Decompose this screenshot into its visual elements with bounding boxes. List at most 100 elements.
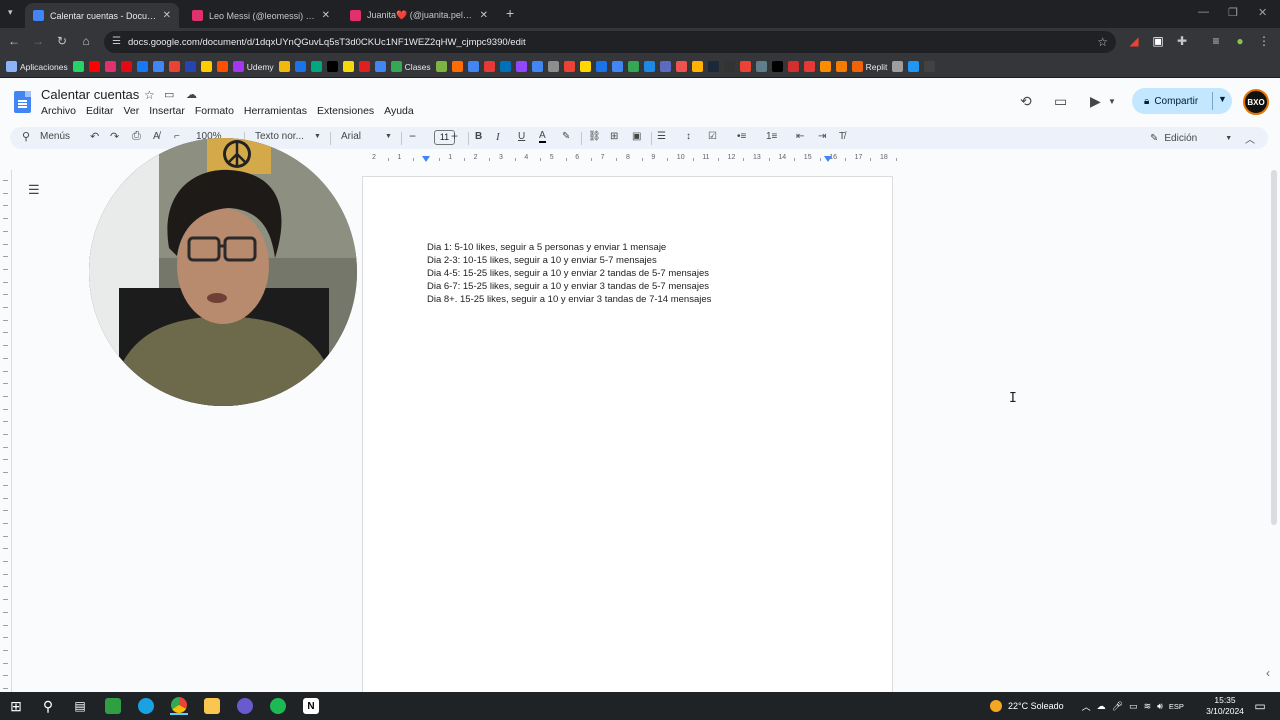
menu-item-ver[interactable]: Ver bbox=[123, 105, 139, 117]
bookmark-item[interactable] bbox=[892, 60, 904, 74]
chevron-down-icon[interactable]: ▼ bbox=[385, 133, 392, 140]
editing-mode-select[interactable]: ✎ Edición ▼ bbox=[1140, 128, 1236, 148]
meet-icon[interactable]: ▶ bbox=[1090, 93, 1101, 110]
windows-start-icon[interactable]: ⊞ bbox=[7, 697, 25, 715]
close-window-icon[interactable]: ✕ bbox=[1258, 6, 1267, 19]
bookmark-item[interactable] bbox=[326, 60, 338, 74]
bookmark-item[interactable]: Replit bbox=[851, 60, 887, 74]
notifications-icon[interactable]: ▭ bbox=[1251, 697, 1269, 715]
star-icon[interactable]: ☆ bbox=[144, 88, 155, 102]
restore-icon[interactable]: ❐ bbox=[1228, 6, 1238, 19]
side-panel-chevron-icon[interactable]: ‹ bbox=[1266, 666, 1270, 680]
spellcheck-icon[interactable]: A̸ bbox=[153, 131, 160, 142]
increase-indent-icon[interactable]: ⇥ bbox=[818, 131, 826, 142]
bookmark-star-icon[interactable]: ☆ bbox=[1097, 35, 1108, 49]
address-bar[interactable]: ☰ docs.google.com/document/d/1dqxUYnQGuv… bbox=[104, 31, 1116, 53]
tab-messi[interactable]: Leo Messi (@leomessi) • Fotos ✕ bbox=[184, 3, 338, 28]
bookmark-item[interactable] bbox=[643, 60, 655, 74]
link-icon[interactable]: ⛓ bbox=[588, 131, 601, 142]
menu-item-editar[interactable]: Editar bbox=[86, 105, 113, 117]
bookmark-item[interactable] bbox=[835, 60, 847, 74]
menu-item-ayuda[interactable]: Ayuda bbox=[384, 105, 414, 117]
bookmark-item[interactable] bbox=[168, 60, 180, 74]
bookmark-item[interactable] bbox=[563, 60, 575, 74]
document-line[interactable]: Dia 1: 5-10 likes, seguir a 5 personas y… bbox=[427, 241, 711, 254]
bookmark-item[interactable] bbox=[739, 60, 751, 74]
bookmark-item[interactable] bbox=[483, 60, 495, 74]
profile-icon[interactable]: ● bbox=[1232, 34, 1248, 48]
notion-icon[interactable]: N bbox=[302, 697, 320, 715]
left-indent-marker[interactable] bbox=[422, 156, 430, 162]
forward-icon[interactable]: → bbox=[30, 34, 46, 48]
bookmark-item[interactable] bbox=[72, 60, 84, 74]
bookmark-item[interactable] bbox=[451, 60, 463, 74]
clear-formatting-icon[interactable]: T̸ bbox=[839, 131, 845, 142]
document-title[interactable]: Calentar cuentas bbox=[41, 87, 139, 102]
bookmark-item[interactable] bbox=[499, 60, 511, 74]
reading-list-icon[interactable]: ≡ bbox=[1208, 34, 1224, 48]
bookmark-item[interactable] bbox=[342, 60, 354, 74]
menu-item-formato[interactable]: Formato bbox=[195, 105, 234, 117]
increase-font-icon[interactable]: + bbox=[451, 129, 458, 143]
bookmark-item[interactable] bbox=[104, 60, 116, 74]
bookmark-item[interactable] bbox=[531, 60, 543, 74]
bookmark-item[interactable] bbox=[88, 60, 100, 74]
bookmark-item[interactable]: Aplicaciones bbox=[6, 60, 68, 74]
vertical-ruler[interactable] bbox=[0, 170, 12, 692]
bookmark-item[interactable] bbox=[691, 60, 703, 74]
tab-docs[interactable]: Calentar cuentas - Documentos ✕ bbox=[25, 3, 179, 28]
document-body[interactable]: Dia 1: 5-10 likes, seguir a 5 personas y… bbox=[427, 241, 711, 306]
font-select[interactable]: Arial bbox=[341, 131, 361, 142]
home-icon[interactable]: ⌂ bbox=[78, 34, 94, 48]
extension-icon[interactable]: ▣ bbox=[1150, 34, 1166, 48]
new-tab-button[interactable]: + bbox=[506, 5, 514, 21]
bookmark-item[interactable]: Clases bbox=[390, 60, 431, 74]
bookmark-item[interactable] bbox=[707, 60, 719, 74]
align-icon[interactable]: ☰ bbox=[657, 131, 666, 142]
close-tab-icon[interactable]: ✕ bbox=[322, 10, 330, 21]
cloud-saved-icon[interactable]: ☁ bbox=[186, 88, 197, 101]
right-indent-marker[interactable] bbox=[824, 156, 832, 162]
bookmark-item[interactable] bbox=[152, 60, 164, 74]
menu-item-archivo[interactable]: Archivo bbox=[41, 105, 76, 117]
text-color-icon[interactable]: A bbox=[539, 131, 546, 143]
file-explorer-icon[interactable] bbox=[203, 697, 221, 715]
bookmark-item[interactable] bbox=[467, 60, 479, 74]
decrease-font-icon[interactable]: − bbox=[409, 129, 416, 143]
bookmark-item[interactable] bbox=[184, 60, 196, 74]
chrome-menu-icon[interactable]: ⋮ bbox=[1256, 34, 1272, 48]
bookmark-item[interactable] bbox=[787, 60, 799, 74]
document-page[interactable]: Dia 1: 5-10 likes, seguir a 5 personas y… bbox=[362, 176, 893, 696]
avatar[interactable]: BXO bbox=[1243, 89, 1269, 115]
tab-juanita[interactable]: Juanita❤️ (@juanita.pellicoli) • ✕ bbox=[342, 3, 496, 28]
horizontal-ruler[interactable]: 2 1 1 2 3 4 5 6 7 8 9 10 11 12 13 14 15 16 17 18 bbox=[362, 153, 897, 165]
paint-format-icon[interactable]: ⌐ bbox=[174, 131, 180, 142]
bookmark-item[interactable] bbox=[803, 60, 815, 74]
minimize-icon[interactable]: — bbox=[1198, 6, 1209, 18]
bookmark-item[interactable] bbox=[924, 60, 936, 74]
site-info-icon[interactable]: ☰ bbox=[112, 36, 121, 47]
close-tab-icon[interactable]: ✕ bbox=[480, 10, 488, 21]
bookmark-item[interactable] bbox=[611, 60, 623, 74]
italic-icon[interactable]: I bbox=[496, 131, 500, 143]
search-icon[interactable]: ⚲ bbox=[39, 697, 57, 715]
bulleted-list-icon[interactable]: •≡ bbox=[737, 131, 746, 142]
edge-icon[interactable] bbox=[137, 697, 155, 715]
bookmark-item[interactable] bbox=[136, 60, 148, 74]
extensions-puzzle-icon[interactable]: ✚ bbox=[1174, 34, 1190, 48]
weather-icon[interactable] bbox=[990, 700, 1002, 712]
scrollbar[interactable] bbox=[1271, 170, 1277, 525]
bookmark-item[interactable] bbox=[200, 60, 212, 74]
style-select[interactable]: Texto nor... bbox=[255, 131, 304, 142]
extension-icon[interactable]: ◢ bbox=[1126, 34, 1142, 48]
highlight-icon[interactable]: ✎ bbox=[562, 131, 570, 142]
battery-icon[interactable]: ▭ bbox=[1129, 701, 1138, 712]
menu-item-insertar[interactable]: Insertar bbox=[149, 105, 185, 117]
spotify-icon[interactable] bbox=[269, 697, 287, 715]
back-icon[interactable]: ← bbox=[6, 34, 22, 48]
document-line[interactable]: Dia 8+. 15-25 likes, seguir a 10 y envia… bbox=[427, 293, 711, 306]
bookmark-item[interactable] bbox=[435, 60, 447, 74]
docs-logo-icon[interactable] bbox=[14, 91, 31, 113]
store-icon[interactable] bbox=[104, 697, 122, 715]
bookmark-item[interactable] bbox=[294, 60, 306, 74]
